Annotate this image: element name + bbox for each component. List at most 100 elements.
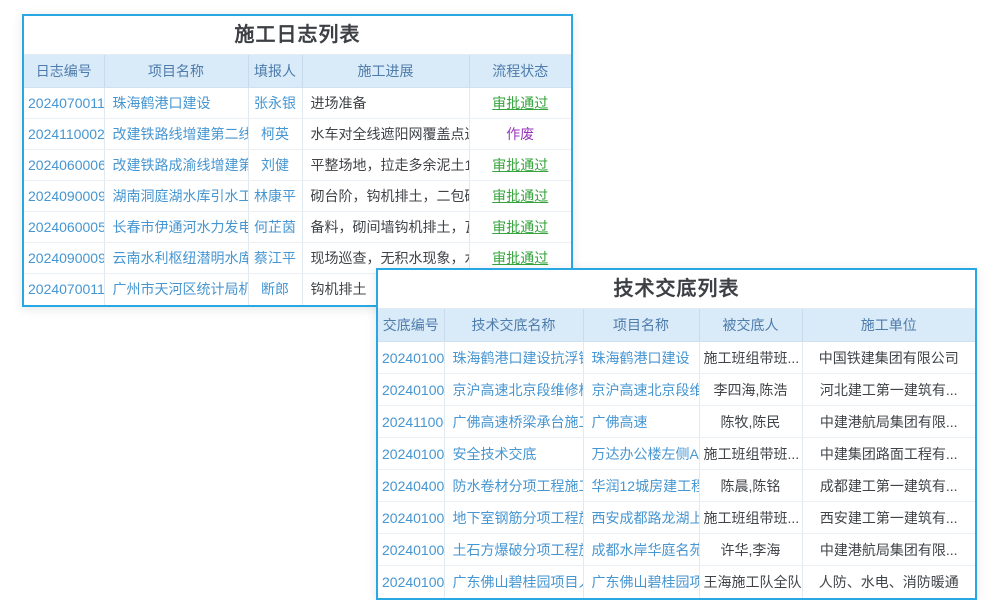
disclosure-name-link[interactable]: 京沪高速北京段维修桩帽...	[444, 374, 583, 406]
project-name-link[interactable]: 改建铁路成渝线增建第二...	[104, 150, 248, 181]
table-row: 2024110002改建铁路线增建第二线直...柯英水车对全线遮阳网覆盖点进..…	[24, 119, 571, 150]
column-header-reporter: 填报人	[248, 55, 302, 88]
table-row: 2024010001广东佛山碧桂园项目人防...广东佛山碧桂园项目王海施工队全队…	[378, 566, 975, 598]
project-name-link[interactable]: 长春市伊通河水力发电厂...	[104, 212, 248, 243]
disclosure-name-link[interactable]: 珠海鹤港口建设抗浮锚杆...	[444, 342, 583, 374]
table-row: 2024010003珠海鹤港口建设抗浮锚杆...珠海鹤港口建设施工班组带班...…	[378, 342, 975, 374]
progress-text: 备料，砌间墙钩机排土，瓦...	[302, 212, 469, 243]
construction-log-title: 施工日志列表	[24, 16, 571, 55]
column-header-receivers: 被交底人	[699, 309, 802, 342]
project-name-link[interactable]: 华润12城房建工程...	[583, 470, 699, 502]
table-row: 2024060006改建铁路成渝线增建第二...刘健平整场地，拉走多余泥土15.…	[24, 150, 571, 181]
status-badge[interactable]: 审批通过	[469, 150, 571, 181]
table-row: 2024040001防水卷材分项工程施工技...华润12城房建工程...陈晨,陈…	[378, 470, 975, 502]
column-header-project: 项目名称	[104, 55, 248, 88]
construction-unit-text: 人防、水电、消防暖通	[802, 566, 975, 598]
construction-unit-text: 中建港航局集团有限...	[802, 406, 975, 438]
construction-log-panel: 施工日志列表 日志编号项目名称填报人施工进展流程状态 2024070011珠海鹤…	[22, 14, 573, 307]
column-header-status: 流程状态	[469, 55, 571, 88]
status-badge[interactable]: 审批通过	[469, 212, 571, 243]
progress-text: 砌台阶，钩机排土，二包砌...	[302, 181, 469, 212]
table-row: 2024110001广佛高速桥梁承台施工技...广佛高速陈牧,陈民中建港航局集团…	[378, 406, 975, 438]
status-badge: 作废	[469, 119, 571, 150]
table-row: 2024010004京沪高速北京段维修桩帽...京沪高速北京段维修李四海,陈浩河…	[378, 374, 975, 406]
project-name-link[interactable]: 云南水利枢纽潜明水库一...	[104, 243, 248, 274]
column-header-unit: 施工单位	[802, 309, 975, 342]
disclosure-number-link[interactable]: 2024110001	[378, 406, 444, 438]
tech-disclosure-title: 技术交底列表	[378, 270, 975, 309]
construction-unit-text: 中国铁建集团有限公司	[802, 342, 975, 374]
disclosure-number-link[interactable]: 2024010001	[378, 566, 444, 598]
column-header-disclosure_no: 交底编号	[378, 309, 444, 342]
receivers-text: 李四海,陈浩	[699, 374, 802, 406]
disclosure-number-link[interactable]: 2024010002	[378, 534, 444, 566]
column-header-progress: 施工进展	[302, 55, 469, 88]
project-name-link[interactable]: 珠海鹤港口建设	[583, 342, 699, 374]
column-header-name: 技术交底名称	[444, 309, 583, 342]
tech-disclosure-panel: 技术交底列表 交底编号技术交底名称项目名称被交底人施工单位 2024010003…	[376, 268, 977, 600]
table-row: 2024010002地下室钢筋分项工程施工...西安成都路龙湖上...施工班组带…	[378, 502, 975, 534]
table-row: 2024060005长春市伊通河水力发电厂...何芷茵备料，砌间墙钩机排土，瓦.…	[24, 212, 571, 243]
receivers-text: 陈晨,陈铭	[699, 470, 802, 502]
progress-text: 水车对全线遮阳网覆盖点进...	[302, 119, 469, 150]
progress-text: 进场准备	[302, 88, 469, 119]
disclosure-name-link[interactable]: 地下室钢筋分项工程施工...	[444, 502, 583, 534]
table-row: 2024090009湖南洞庭湖水库引水工程...林康平砌台阶，钩机排土，二包砌.…	[24, 181, 571, 212]
project-name-link[interactable]: 西安成都路龙湖上...	[583, 502, 699, 534]
reporter-link[interactable]: 林康平	[248, 181, 302, 212]
construction-log-header-row: 日志编号项目名称填报人施工进展流程状态	[24, 55, 571, 88]
disclosure-number-link[interactable]: 2024010003	[378, 438, 444, 470]
project-name-link[interactable]: 成都水岸华庭名苑...	[583, 534, 699, 566]
project-name-link[interactable]: 湖南洞庭湖水库引水工程...	[104, 181, 248, 212]
disclosure-number-link[interactable]: 2024040001	[378, 470, 444, 502]
disclosure-name-link[interactable]: 广佛高速桥梁承台施工技...	[444, 406, 583, 438]
reporter-link[interactable]: 柯英	[248, 119, 302, 150]
column-header-project: 项目名称	[583, 309, 699, 342]
log-number-link[interactable]: 2024110002	[24, 119, 104, 150]
receivers-text: 施工班组带班...	[699, 438, 802, 470]
disclosure-number-link[interactable]: 2024010002	[378, 502, 444, 534]
disclosure-name-link[interactable]: 防水卷材分项工程施工技...	[444, 470, 583, 502]
progress-text: 平整场地，拉走多余泥土15...	[302, 150, 469, 181]
table-row: 2024070011珠海鹤港口建设张永银进场准备审批通过	[24, 88, 571, 119]
tech-disclosure-header-row: 交底编号技术交底名称项目名称被交底人施工单位	[378, 309, 975, 342]
project-name-link[interactable]: 珠海鹤港口建设	[104, 88, 248, 119]
status-badge[interactable]: 审批通过	[469, 181, 571, 212]
construction-unit-text: 西安建工第一建筑有...	[802, 502, 975, 534]
project-name-link[interactable]: 万达办公楼左侧A...	[583, 438, 699, 470]
reporter-link[interactable]: 蔡江平	[248, 243, 302, 274]
reporter-link[interactable]: 张永银	[248, 88, 302, 119]
log-number-link[interactable]: 2024070011	[24, 88, 104, 119]
log-number-link[interactable]: 2024060006	[24, 150, 104, 181]
disclosure-name-link[interactable]: 广东佛山碧桂园项目人防...	[444, 566, 583, 598]
reporter-link[interactable]: 刘健	[248, 150, 302, 181]
project-name-link[interactable]: 改建铁路线增建第二线直...	[104, 119, 248, 150]
receivers-text: 许华,李海	[699, 534, 802, 566]
reporter-link[interactable]: 何芷茵	[248, 212, 302, 243]
log-number-link[interactable]: 2024090009	[24, 181, 104, 212]
receivers-text: 施工班组带班...	[699, 502, 802, 534]
receivers-text: 陈牧,陈民	[699, 406, 802, 438]
receivers-text: 王海施工队全队	[699, 566, 802, 598]
log-number-link[interactable]: 2024090009	[24, 243, 104, 274]
project-name-link[interactable]: 广州市天河区统计局机房...	[104, 274, 248, 305]
tech-disclosure-table: 交底编号技术交底名称项目名称被交底人施工单位 2024010003珠海鹤港口建设…	[378, 309, 975, 598]
construction-unit-text: 河北建工第一建筑有...	[802, 374, 975, 406]
project-name-link[interactable]: 京沪高速北京段维修	[583, 374, 699, 406]
project-name-link[interactable]: 广佛高速	[583, 406, 699, 438]
column-header-log_no: 日志编号	[24, 55, 104, 88]
table-row: 2024010003安全技术交底万达办公楼左侧A...施工班组带班...中建集团…	[378, 438, 975, 470]
disclosure-name-link[interactable]: 安全技术交底	[444, 438, 583, 470]
construction-unit-text: 中建集团路面工程有...	[802, 438, 975, 470]
disclosure-name-link[interactable]: 土石方爆破分项工程施工...	[444, 534, 583, 566]
log-number-link[interactable]: 2024060005	[24, 212, 104, 243]
table-row: 2024010002土石方爆破分项工程施工...成都水岸华庭名苑...许华,李海…	[378, 534, 975, 566]
construction-unit-text: 中建港航局集团有限...	[802, 534, 975, 566]
log-number-link[interactable]: 2024070011	[24, 274, 104, 305]
construction-unit-text: 成都建工第一建筑有...	[802, 470, 975, 502]
disclosure-number-link[interactable]: 2024010004	[378, 374, 444, 406]
disclosure-number-link[interactable]: 2024010003	[378, 342, 444, 374]
status-badge[interactable]: 审批通过	[469, 88, 571, 119]
reporter-link[interactable]: 断郎	[248, 274, 302, 305]
project-name-link[interactable]: 广东佛山碧桂园项目	[583, 566, 699, 598]
